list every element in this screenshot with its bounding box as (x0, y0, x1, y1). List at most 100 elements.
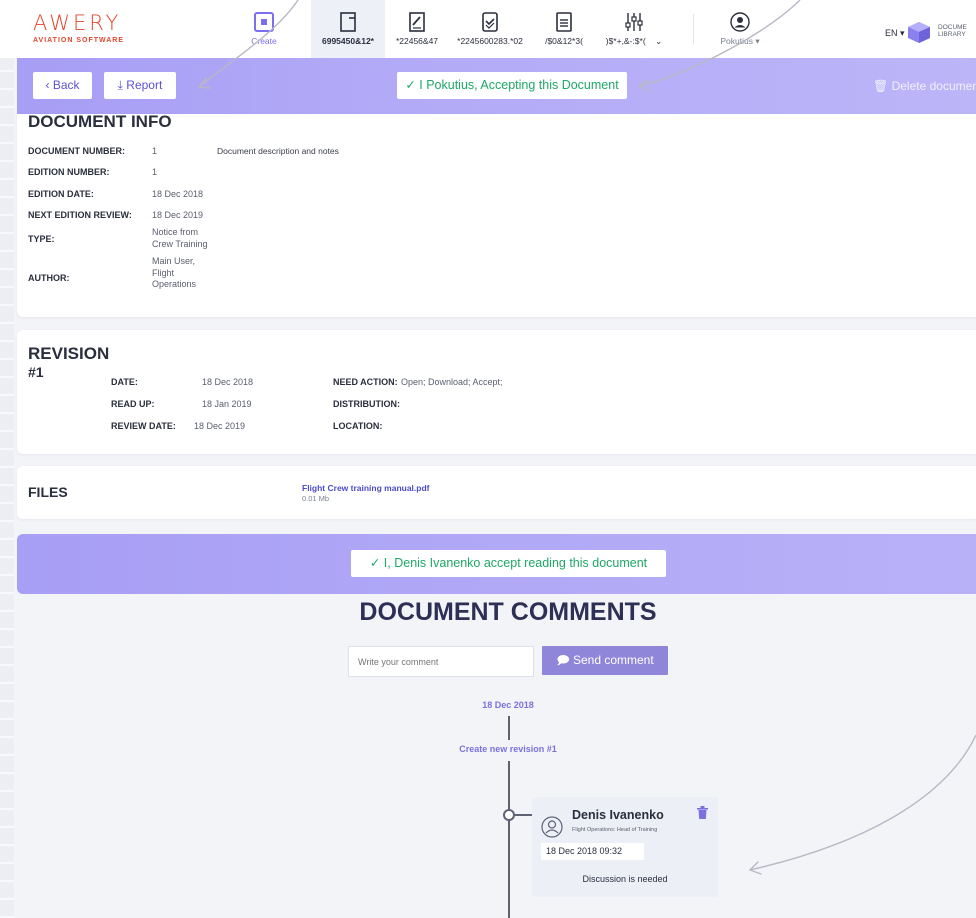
document-action-bar: ‹ Back ⤓ Report ✓ I Pokutius, Accepting … (17, 58, 976, 114)
library-cube-icon[interactable] (906, 20, 932, 44)
top-header: AWERY AVIATION SOFTWARE Create 6995450&1… (0, 0, 976, 58)
timeline-event: Create new revision #1 (459, 744, 557, 754)
revision-date-label: DATE: (111, 377, 138, 387)
library-text-1: DOCUME (938, 24, 967, 31)
delete-document-label: Delete documen (891, 79, 976, 93)
nav-item-list[interactable]: /$0&12*3( (535, 0, 593, 58)
checked-document-icon (482, 12, 498, 32)
accept-reading-button[interactable]: ✓ I, Denis Ivanenko accept reading this … (351, 550, 666, 577)
read-up-label: READ UP: (111, 399, 155, 409)
sliders-icon (625, 13, 643, 31)
comment-input[interactable] (348, 646, 534, 677)
field-label: EDITION DATE: (28, 189, 94, 199)
list-document-icon (556, 12, 572, 32)
files-card: FILES Flight Crew training manual.pdf 0.… (17, 466, 976, 519)
comment-author-role: Flight Operations: Head of Training (572, 827, 658, 833)
comment-icon: 🗩 (556, 653, 573, 667)
revision-date-value: 18 Dec 2018 (202, 377, 254, 387)
field-value: 1 (152, 146, 158, 156)
brand-tagline: AVIATION SOFTWARE (33, 37, 125, 44)
left-ruler (0, 0, 14, 918)
edit-document-icon (409, 12, 425, 32)
field-label: DOCUMENT NUMBER: (28, 146, 125, 156)
annotation-arrow (749, 734, 976, 871)
revision-card: REVISION #1 DATE: 18 Dec 2018 READ UP: 1… (17, 330, 976, 454)
chevron-down-icon: ⌄ (648, 36, 663, 46)
create-icon (254, 12, 274, 32)
field-label: TYPE: (28, 234, 55, 244)
language-label: EN (885, 28, 898, 38)
accept-reading-label: I, Denis Ivanenko accept reading this do… (383, 556, 648, 570)
timeline-line (508, 761, 510, 918)
read-accept-bar: ✓ I, Denis Ivanenko accept reading this … (17, 534, 976, 594)
value-line: Flight (152, 267, 175, 278)
check-icon: ✓ (369, 556, 384, 570)
library-link[interactable]: DOCUME LIBRARY (938, 24, 967, 38)
chevron-down-icon: ▾ (900, 28, 905, 38)
trash-icon[interactable] (697, 806, 708, 819)
brand-logo[interactable]: AWERY AVIATION SOFTWARE (33, 12, 124, 44)
need-action-label: NEED ACTION: (333, 377, 398, 387)
arrow-head (748, 861, 762, 875)
nav-create-label: Create (251, 36, 277, 46)
nav-item-settings[interactable]: )$*+,&-:$*( ⌄ (596, 0, 672, 58)
distribution-label: DISTRIBUTION: (333, 399, 400, 409)
field-label: NEXT EDITION REVIEW: (28, 210, 132, 220)
nav-item-document[interactable]: 6995450&12* (311, 0, 385, 58)
nav-item-label: )$*+,&-:$*( (605, 36, 646, 46)
comments-title: DOCUMENT COMMENTS (359, 598, 657, 626)
field-value: 1 (152, 167, 158, 177)
files-title: FILES (28, 484, 68, 500)
field-value: 18 Dec 2019 (152, 210, 204, 220)
field-label: EDITION NUMBER: (28, 167, 110, 177)
nav-item-edit[interactable]: *22456&47 (387, 0, 447, 58)
field-value: Main User, Flight Operations (152, 256, 196, 291)
library-text-2: LIBRARY (938, 31, 966, 38)
download-icon: ⤓ (117, 78, 127, 92)
nav-create[interactable]: Create (240, 0, 288, 58)
revision-title: REVISION (28, 344, 110, 363)
nav-item-approved[interactable]: *2245600283.*02 (450, 0, 530, 58)
review-date-value: 18 Dec 2019 (194, 421, 246, 431)
trash-icon: 🗑 (873, 79, 892, 93)
report-button[interactable]: ⤓ Report (104, 72, 176, 99)
user-menu[interactable]: Pokutius ▾ (710, 0, 770, 58)
chevron-down-icon: ▾ (755, 36, 760, 46)
nav-divider (693, 14, 694, 44)
send-comment-label: Send comment (572, 653, 654, 667)
accept-document-label: I Pokutius, Accepting this Document (419, 78, 619, 92)
need-action-value: Open; Download; Accept; (401, 377, 503, 387)
document-icon (340, 12, 356, 32)
value-line: Crew Training (152, 238, 208, 249)
timeline-node (503, 809, 515, 821)
accept-document-button[interactable]: ✓ I Pokutius, Accepting this Document (397, 72, 627, 99)
timeline-line (508, 716, 510, 740)
language-selector[interactable]: EN ▾ (885, 28, 905, 39)
read-up-value: 18 Jan 2019 (202, 399, 252, 409)
comment-timestamp: 18 Dec 2018 09:32 (541, 843, 644, 860)
location-label: LOCATION: (333, 421, 383, 431)
value-line: Main User, (152, 256, 196, 266)
comment-message: Discussion is needed (582, 874, 668, 884)
file-size: 0.01 Mb (302, 494, 330, 503)
delete-document-button[interactable]: 🗑 Delete documen (873, 79, 976, 93)
review-date-label: REVIEW DATE: (111, 421, 176, 431)
revision-number: #1 (28, 364, 44, 380)
send-comment-button[interactable]: 🗩 Send comment (542, 646, 668, 675)
comment-author: Denis Ivanenko (572, 808, 664, 822)
check-icon: ✓ (405, 78, 420, 92)
value-line: Notice from (152, 227, 199, 237)
file-link[interactable]: Flight Crew training manual.pdf (302, 483, 430, 493)
nav-item-label: /$0&12*3( (545, 36, 583, 46)
timeline-connector (515, 814, 533, 816)
nav-item-label: 6995450&12* (322, 36, 374, 46)
back-button[interactable]: ‹ Back (33, 72, 92, 99)
nav-item-label: *2245600283.*02 (457, 36, 523, 46)
user-icon (730, 12, 750, 32)
brand-name: AWERY (33, 11, 122, 35)
document-description: Document description and notes (217, 146, 339, 156)
back-label: Back (52, 78, 80, 92)
report-label: Report (126, 78, 163, 92)
nav-item-label: *22456&47 (395, 36, 439, 46)
timeline-date: 18 Dec 2018 (482, 700, 534, 710)
